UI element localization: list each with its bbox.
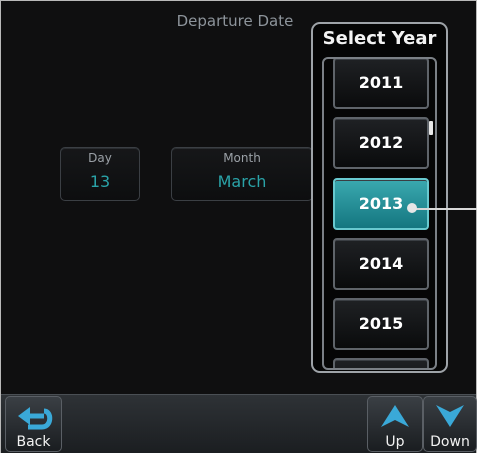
down-arrow-icon xyxy=(436,405,464,427)
select-year-popup: Select Year 2011 2012 2013 2014 2015 xyxy=(311,22,448,373)
callout-dot xyxy=(407,203,417,213)
down-label: Down xyxy=(430,434,470,450)
day-label: Day xyxy=(88,151,112,165)
year-option-2015[interactable]: 2015 xyxy=(333,298,429,350)
back-arrow-icon xyxy=(17,407,52,430)
back-button[interactable]: Back xyxy=(5,396,62,452)
callout-line xyxy=(412,208,477,210)
month-value: March xyxy=(217,172,267,191)
day-field[interactable]: Day 13 xyxy=(60,147,140,201)
page-title: Departure Date xyxy=(176,12,294,30)
back-label: Back xyxy=(16,434,51,450)
popup-title: Select Year xyxy=(322,28,437,49)
year-list[interactable]: 2011 2012 2013 2014 2015 xyxy=(322,57,437,370)
up-label: Up xyxy=(385,434,405,450)
year-option-2011[interactable]: 2011 xyxy=(333,59,429,109)
month-field[interactable]: Month March xyxy=(171,147,313,201)
year-option-2012[interactable]: 2012 xyxy=(333,117,429,169)
year-option-2014[interactable]: 2014 xyxy=(333,238,429,290)
list-scrollbar[interactable] xyxy=(429,121,433,135)
month-label: Month xyxy=(223,151,261,165)
up-arrow-icon xyxy=(381,405,409,427)
year-option-partial[interactable] xyxy=(333,358,429,368)
up-button[interactable]: Up xyxy=(367,396,423,452)
down-button[interactable]: Down xyxy=(423,396,477,452)
day-value: 13 xyxy=(89,172,111,191)
